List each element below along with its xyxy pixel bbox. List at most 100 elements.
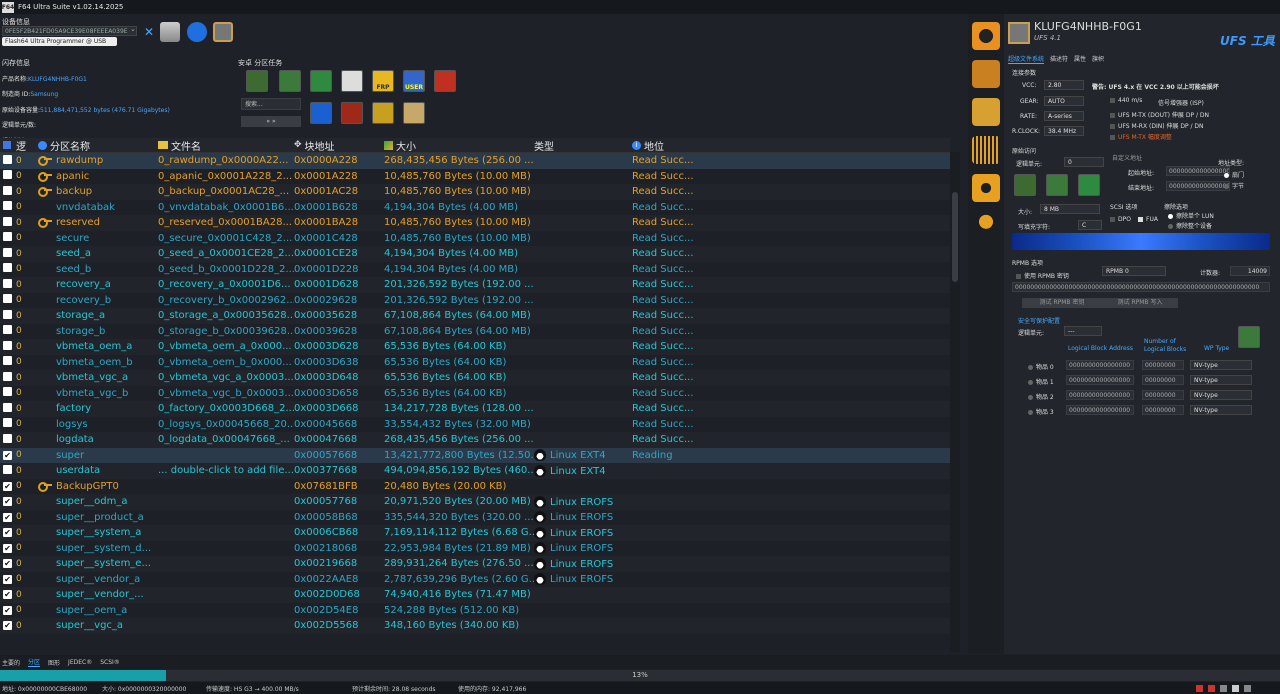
tab-jedec[interactable]: JEDEC® [68,659,92,666]
row-checkbox[interactable] [3,263,12,273]
vcc-select[interactable]: 2.80 [1044,80,1084,90]
upload-icon[interactable] [341,102,363,124]
row-file[interactable]: 0_vbmeta_vgc_a_0x0003... [158,372,294,383]
window-icon[interactable] [1232,684,1239,692]
counter-input[interactable]: 14009 [1230,266,1270,276]
stop-icon[interactable] [1196,684,1203,692]
tab-superfs[interactable]: 超级文件系统 [1008,54,1045,64]
row-checkbox[interactable] [3,402,12,412]
user-icon[interactable]: USER [403,70,425,92]
wp-nlb-input[interactable]: 00000000 [1142,405,1184,415]
settings-icon[interactable] [1220,684,1227,692]
col-size[interactable]: 大小 [384,138,534,153]
table-row[interactable]: 0 logsys 0_logsys_0x00045668_20... 0x000… [0,416,950,432]
search-input[interactable]: 搜索... [241,98,301,110]
edit-icon[interactable] [1046,174,1068,196]
record-icon[interactable] [1208,684,1215,692]
row-file[interactable]: 0_storage_a_0x00035628... [158,310,294,321]
row-file[interactable]: 0_storage_b_0x00039628... [158,326,294,337]
row-checkbox[interactable] [3,278,12,288]
test-rpmb-key-button[interactable]: 测试 RPMB 密钥 [1022,298,1102,308]
tab-scsi[interactable]: SCSI® [100,659,120,666]
frp-lock-icon[interactable]: FRP [372,70,394,92]
wp-nlb-input[interactable]: 00000000 [1142,390,1184,400]
gear-select[interactable]: AUTO [1044,96,1084,106]
table-row[interactable]: ✔ 0 super__system_a 0x0006CB68 7,169,114… [0,525,950,541]
row-file[interactable]: 0_backup_0x0001AC28_... [158,186,294,197]
wp-nlb-input[interactable]: 00000000 [1142,375,1184,385]
table-row[interactable]: 0 vbmeta_oem_a 0_vbmeta_oem_a_0x000... 0… [0,339,950,355]
row-file[interactable]: 0_factory_0x0003D668_2... [158,403,294,414]
row-checkbox[interactable]: ✔ [3,574,12,584]
wp-type-select[interactable]: NV-type [1190,405,1252,415]
row-checkbox[interactable]: ✔ [3,605,12,615]
emmc-icon[interactable] [972,98,1000,126]
wp-item-radio[interactable] [1028,395,1033,400]
mtx-checkbox[interactable] [1110,113,1115,118]
row-file[interactable]: 0_seed_a_0x0001CE28_2... [158,248,294,259]
device-id-select[interactable]: 0FE5F2B421FD05A9CE39E08FEEEA039E [2,26,137,36]
row-file[interactable]: 0_logsys_0x00045668_20... [158,419,294,430]
edit-icon[interactable] [279,70,301,92]
table-row[interactable]: 0 seed_a 0_seed_a_0x0001CE28_2... 0x0001… [0,246,950,262]
table-row[interactable]: 0 logdata 0_logdata_0x00047668_... 0x000… [0,432,950,448]
rpmb-select[interactable]: RPMB 0 [1102,266,1166,276]
row-checkbox[interactable]: ✔ [3,590,12,600]
table-row[interactable]: 0 userdata ... double-click to add file.… [0,463,950,479]
table-row[interactable]: 0 factory 0_factory_0x0003D668_2... 0x00… [0,401,950,417]
row-checkbox[interactable]: ✔ [3,528,12,538]
row-checkbox[interactable]: ✔ [3,497,12,507]
row-checkbox[interactable]: ✔ [3,543,12,553]
table-row[interactable]: 0 backup 0_backup_0x0001AC28_... 0x0001A… [0,184,950,200]
fill-select[interactable]: C [1078,220,1102,230]
row-checkbox[interactable] [3,418,12,428]
test-rpmb-write-button[interactable]: 测试 RPMB 写入 [1102,298,1178,308]
row-checkbox[interactable] [3,464,12,474]
tab-descriptor[interactable]: 描述符 [1050,54,1068,64]
erase1-radio[interactable] [1168,214,1173,219]
row-checkbox[interactable] [3,309,12,319]
isp-value[interactable]: 440 m/s [1118,97,1142,104]
row-file[interactable]: 0_vbmeta_oem_b_0x000... [158,357,294,368]
row-checkbox[interactable]: ✔ [3,481,12,491]
row-file[interactable]: 0_recovery_b_0x0002962... [158,295,294,306]
row-file[interactable]: 0_vnvdatabak_0x0001B6... [158,202,294,213]
wp-edit-icon[interactable] [1238,326,1260,348]
col-file[interactable]: 文件名 [158,138,294,153]
table-row[interactable]: ✔ 0 super__odm_a 0x00057768 20,971,520 B… [0,494,950,510]
window-icon[interactable] [341,70,363,92]
table-row[interactable]: 0 vnvdatabak 0_vnvdatabak_0x0001B6... 0x… [0,199,950,215]
mrx-checkbox[interactable] [1110,124,1115,129]
windows-logo-icon[interactable] [310,102,332,124]
row-checkbox[interactable] [3,387,12,397]
row-file[interactable]: 0_vbmeta_oem_a_0x000... [158,341,294,352]
wp-lba-input[interactable]: 0000000000000000 [1066,375,1134,385]
lu-select[interactable]: 0 [1064,157,1104,167]
table-row[interactable]: 0 recovery_b 0_recovery_b_0x0002962... 0… [0,292,950,308]
tab-attributes[interactable]: 属性 [1074,54,1086,64]
table-row[interactable]: 0 vbmeta_vgc_b 0_vbmeta_vgc_b_0x0003... … [0,385,950,401]
signal-icon[interactable] [972,136,1000,164]
row-checkbox[interactable] [3,154,12,164]
row-checkbox[interactable] [3,340,12,350]
row-checkbox[interactable] [3,201,12,211]
mbr-tools-icon[interactable] [372,102,394,124]
scan-icon[interactable] [246,70,268,92]
row-file[interactable]: 0_recovery_a_0x0001D6... [158,279,294,290]
row-checkbox[interactable]: ✔ [3,621,12,631]
tab-flags[interactable]: 旗帜 [1092,54,1104,64]
row-file[interactable]: 0_logdata_0x00047668_... [158,434,294,445]
ufs-icon[interactable] [972,60,1000,88]
row-checkbox[interactable] [3,185,12,195]
row-file[interactable]: 0_seed_b_0x0001D228_2... [158,264,294,275]
row-checkbox[interactable] [3,325,12,335]
table-row[interactable]: ✔ 0 super__oem_a 0x002D54E8 524,288 Byte… [0,602,950,618]
wp-type-select[interactable]: NV-type [1190,375,1252,385]
read-icon[interactable] [1014,174,1036,196]
wp-type-select[interactable]: NV-type [1190,390,1252,400]
erase2-radio[interactable] [1168,224,1173,229]
table-row[interactable]: 0 apanic 0_apanic_0x0001A228_2... 0x0001… [0,168,950,184]
row-checkbox[interactable]: ✔ [3,450,12,460]
col-lun[interactable]: 逻 [14,138,38,153]
tab-partitions[interactable]: 分区 [28,657,41,667]
